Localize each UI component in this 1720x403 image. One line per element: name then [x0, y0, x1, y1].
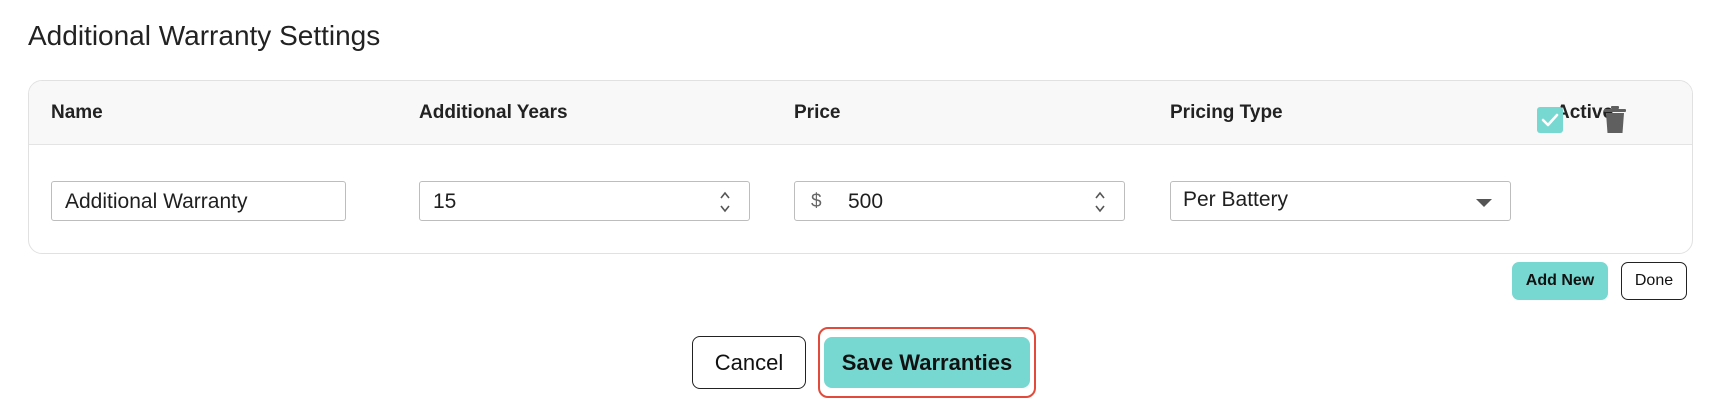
warranty-table: Name Additional Years Price Pricing Type…	[28, 80, 1693, 254]
up-down-chevron-icon[interactable]	[1094, 187, 1106, 217]
done-button[interactable]: Done	[1621, 262, 1687, 300]
pricing-type-select[interactable]: Per Battery	[1170, 181, 1511, 221]
additional-years-value: 15	[433, 190, 457, 213]
save-warranties-button[interactable]: Save Warranties	[824, 337, 1030, 388]
header-price: Price	[794, 102, 841, 123]
up-down-chevron-icon[interactable]	[719, 187, 731, 217]
caret-down-icon	[1476, 199, 1492, 207]
additional-years-input[interactable]: 15	[419, 181, 750, 221]
warranty-name-value: Additional Warranty	[65, 190, 248, 213]
check-icon	[1541, 113, 1559, 127]
currency-prefix: $	[811, 191, 822, 212]
table-header: Name Additional Years Price Pricing Type…	[29, 81, 1692, 145]
price-input[interactable]: $ 500	[794, 181, 1125, 221]
pricing-type-value: Per Battery	[1183, 188, 1289, 211]
trash-icon[interactable]	[1603, 106, 1627, 134]
warranty-name-input[interactable]: Additional Warranty	[51, 181, 346, 221]
price-value: 500	[848, 190, 884, 213]
header-name: Name	[51, 102, 103, 123]
cancel-button[interactable]: Cancel	[692, 336, 806, 389]
active-checkbox[interactable]	[1537, 107, 1563, 133]
add-new-button[interactable]: Add New	[1512, 262, 1608, 300]
header-pricing-type: Pricing Type	[1170, 102, 1283, 123]
page-title: Additional Warranty Settings	[28, 20, 381, 51]
header-additional-years: Additional Years	[419, 102, 568, 123]
